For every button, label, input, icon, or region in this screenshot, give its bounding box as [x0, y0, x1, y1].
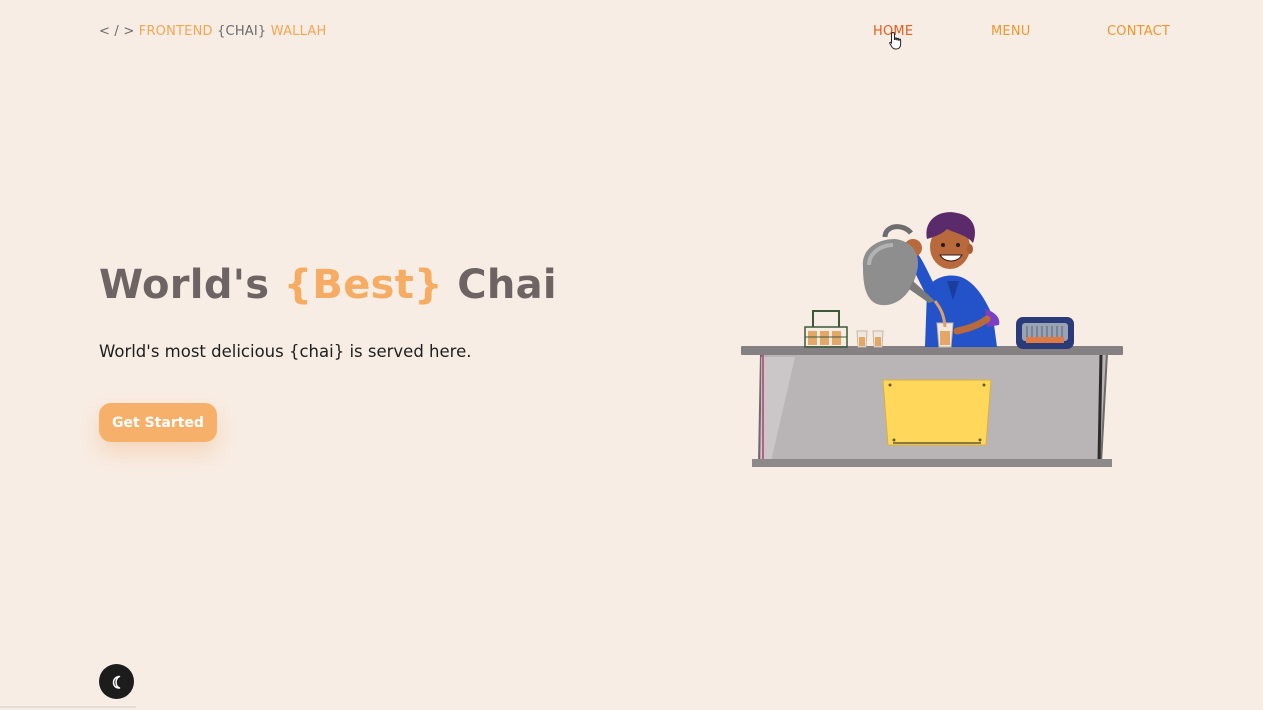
- page: < / > FRONTEND {CHAI} WALLAH HOME MENU C…: [0, 0, 1263, 710]
- get-started-button[interactable]: Get Started: [99, 403, 217, 442]
- theme-toggle-button[interactable]: [99, 664, 134, 699]
- hero-title: World's {Best} Chai: [99, 262, 557, 308]
- moon-icon: [112, 675, 120, 689]
- hero-subtitle: World's most delicious {chai} is served …: [99, 342, 472, 361]
- main-nav: HOME MENU CONTACT: [0, 24, 1263, 44]
- hero-title-accent: {Best}: [283, 262, 443, 308]
- hand-pointer-icon: [889, 31, 902, 50]
- nav-link-menu[interactable]: MENU: [991, 24, 1030, 39]
- hero-title-part2: Chai: [457, 262, 557, 308]
- nav-link-contact[interactable]: CONTACT: [1107, 24, 1170, 39]
- bottom-scroll-indicator: [0, 706, 136, 708]
- hero-title-part1: World's: [99, 262, 284, 308]
- chai-vendor-illustration: [741, 212, 1123, 467]
